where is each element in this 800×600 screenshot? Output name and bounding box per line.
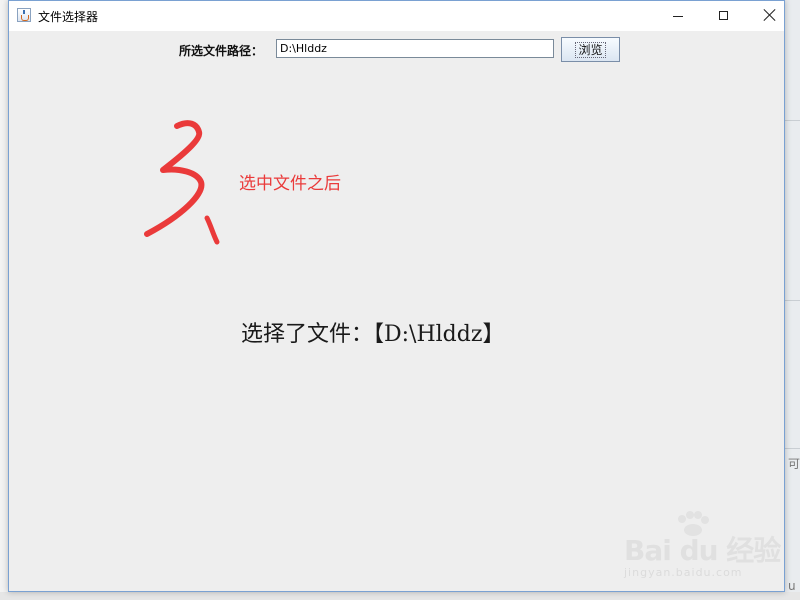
minimize-icon (673, 16, 683, 17)
background-text: u (788, 579, 796, 593)
maximize-icon (719, 11, 728, 20)
file-chooser-window: 文件选择器 所选文件路径： 浏览 选中文件之后 选择了文件：【D:\Hlddz】… (8, 0, 785, 592)
browse-button[interactable]: 浏览 (561, 37, 620, 62)
background-text: 可 (788, 457, 800, 471)
title-bar[interactable]: 文件选择器 (9, 1, 784, 31)
annotation-text: 选中文件之后 (239, 174, 341, 194)
background-editor-strip: 可 u (785, 0, 800, 600)
maximize-button[interactable] (701, 1, 747, 31)
close-icon (763, 8, 777, 22)
close-button[interactable] (747, 1, 793, 31)
watermark-main: Bai du 经验 (624, 534, 781, 567)
path-label: 所选文件路径： (179, 44, 264, 58)
window-title: 文件选择器 (38, 10, 99, 24)
selected-file-result: 选择了文件：【D:\Hlddz】 (241, 322, 505, 347)
java-app-icon (17, 8, 31, 22)
browse-button-label: 浏览 (575, 41, 606, 58)
minimize-button[interactable] (655, 1, 701, 31)
handwritten-number-3 (144, 120, 220, 245)
background-editor-bottom (0, 592, 800, 600)
baidu-watermark: Bai du 经验 jingyan.baidu.com (624, 511, 794, 581)
watermark-sub: jingyan.baidu.com (624, 566, 743, 579)
path-input[interactable] (276, 39, 554, 58)
